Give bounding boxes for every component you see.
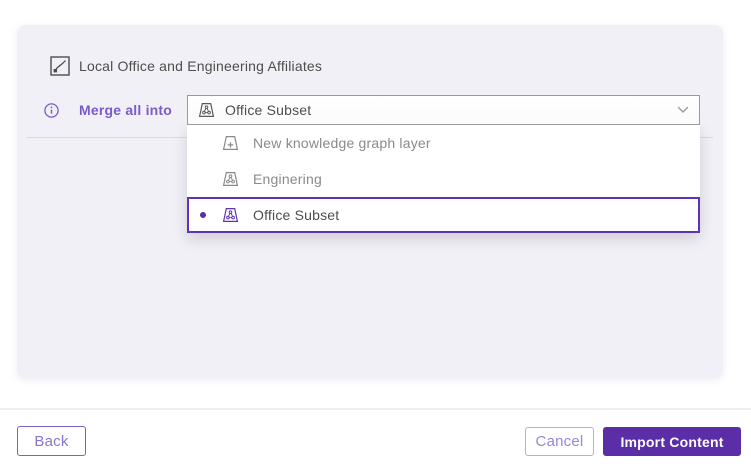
select-value: Office Subset bbox=[225, 102, 311, 118]
new-knowledge-graph-layer-icon bbox=[222, 135, 239, 151]
knowledge-graph-layer-icon bbox=[198, 102, 215, 118]
layer-edit-icon bbox=[50, 56, 70, 76]
merge-target-select[interactable]: Office Subset bbox=[187, 95, 700, 125]
layer-row: Local Office and Engineering Affiliates bbox=[50, 52, 322, 80]
dropdown-option-label: Enginering bbox=[253, 171, 322, 187]
selected-bullet bbox=[200, 176, 206, 182]
layer-row-label: Local Office and Engineering Affiliates bbox=[79, 58, 322, 74]
footer-divider bbox=[0, 408, 751, 410]
import-content-button[interactable]: Import Content bbox=[603, 427, 741, 456]
dropdown-option-label: New knowledge graph layer bbox=[253, 135, 431, 151]
merge-row: Merge all into bbox=[44, 96, 172, 124]
selected-bullet bbox=[200, 140, 206, 146]
back-button[interactable]: Back bbox=[17, 426, 86, 456]
merge-all-into-label: Merge all into bbox=[79, 102, 172, 118]
dropdown-option-enginering[interactable]: Enginering bbox=[187, 161, 700, 197]
knowledge-graph-layer-icon bbox=[222, 171, 239, 187]
cancel-button[interactable]: Cancel bbox=[525, 427, 594, 456]
merge-target-dropdown: New knowledge graph layer Enginering bbox=[187, 125, 700, 233]
dropdown-option-new-knowledge-graph-layer[interactable]: New knowledge graph layer bbox=[187, 125, 700, 161]
chevron-down-icon bbox=[677, 106, 689, 114]
knowledge-graph-layer-icon bbox=[222, 207, 239, 223]
selected-bullet bbox=[200, 212, 206, 218]
info-icon[interactable] bbox=[44, 103, 59, 118]
dropdown-option-office-subset[interactable]: Office Subset bbox=[187, 197, 700, 233]
dropdown-option-label: Office Subset bbox=[253, 207, 339, 223]
